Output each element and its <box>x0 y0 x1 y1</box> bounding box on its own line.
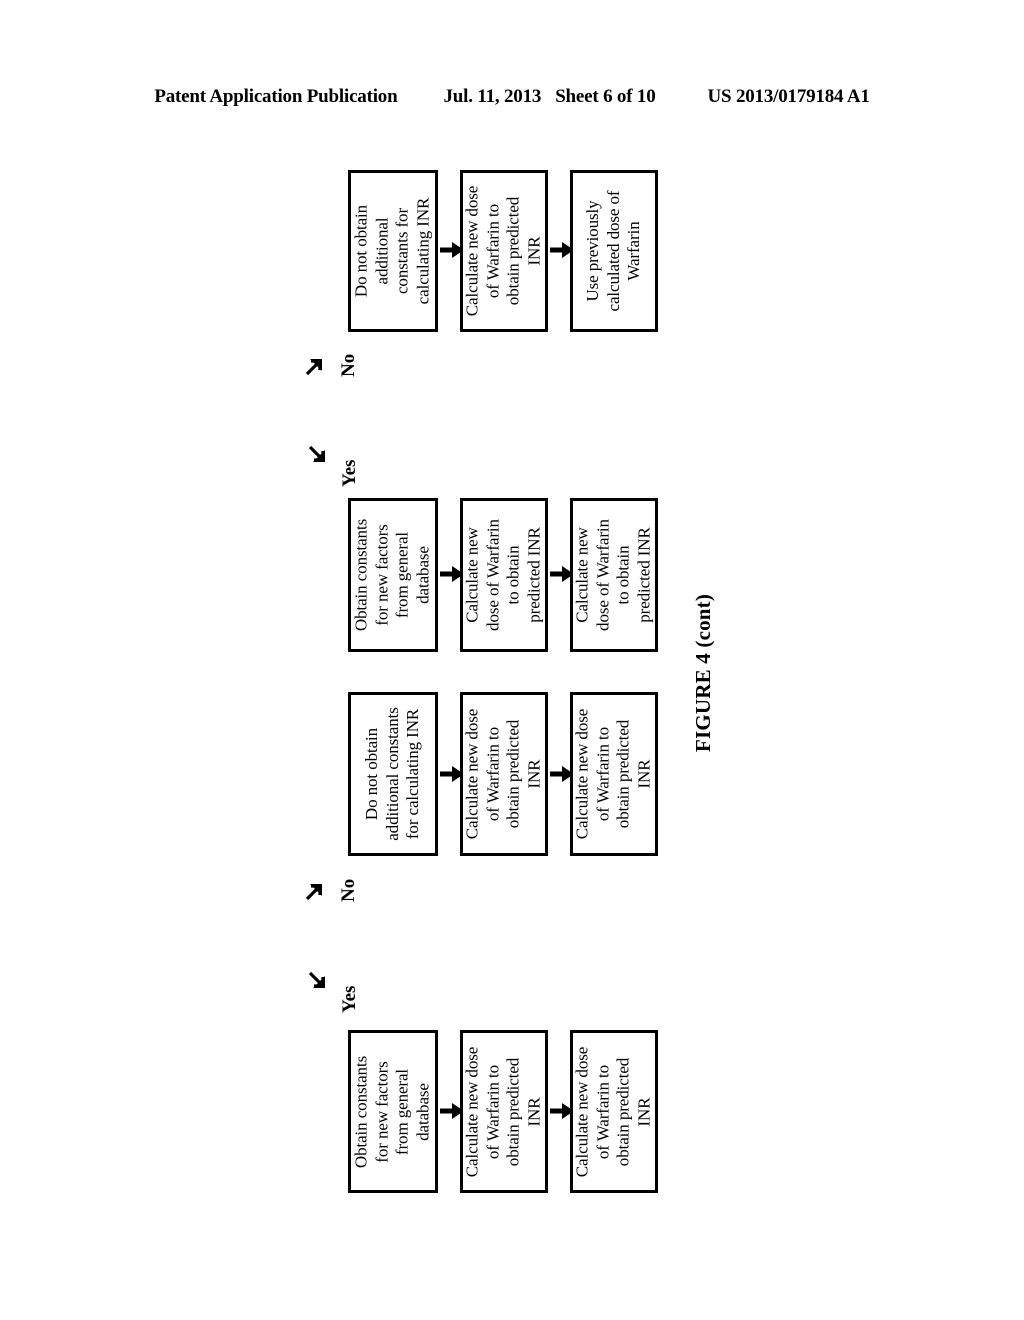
node-2-2-label: Calculate new dose of Warfarin to obtain… <box>462 519 544 631</box>
node-1-1-label: Do not obtain additional constants for c… <box>351 197 433 305</box>
node-2-1-label: Obtain constants for new factors from ge… <box>351 518 433 632</box>
node-2-3-label: Calculate new dose of Warfarin to obtain… <box>572 519 654 631</box>
node-3-1-label: Do not obtain additional constants for c… <box>361 707 423 841</box>
node-4-3: Calculate new dose of Warfarin to obtain… <box>570 1030 658 1193</box>
arrow-down-right-icon <box>303 440 333 470</box>
node-4-3-label: Calculate new dose of Warfarin to obtain… <box>572 1046 654 1177</box>
node-1-1: Do not obtain additional constants for c… <box>348 170 438 332</box>
node-1-3: Use previously calculated dose of Warfar… <box>570 170 658 332</box>
node-1-2-label: Calculate new dose of Warfarin to obtain… <box>462 185 544 317</box>
node-3-3-label: Calculate new dose of Warfarin to obtain… <box>572 708 654 840</box>
node-1-2: Calculate new dose of Warfarin to obtain… <box>460 170 548 332</box>
node-1-3-label: Use previously calculated dose of Warfar… <box>582 190 644 312</box>
node-4-1-label: Obtain constants for new factors from ge… <box>351 1055 433 1168</box>
arrow-up-right-icon <box>300 351 330 381</box>
node-4-2: Calculate new dose of Warfarin to obtain… <box>460 1030 548 1193</box>
branch-label-no-top: No <box>338 353 359 377</box>
node-4-1: Obtain constants for new factors from ge… <box>348 1030 438 1193</box>
branch-label-yes-bottom: Yes <box>339 985 360 1013</box>
figure-caption: FIGURE 4 (cont) <box>691 593 715 753</box>
node-4-2-label: Calculate new dose of Warfarin to obtain… <box>462 1046 544 1177</box>
node-2-3: Calculate new dose of Warfarin to obtain… <box>570 498 658 652</box>
node-2-1: Obtain constants for new factors from ge… <box>348 498 438 652</box>
node-3-1: Do not obtain additional constants for c… <box>348 692 438 856</box>
node-3-2: Calculate new dose of Warfarin to obtain… <box>460 692 548 856</box>
flowchart-figure: No Yes No Yes Do not obtain additional c… <box>0 0 1024 1320</box>
node-3-3: Calculate new dose of Warfarin to obtain… <box>570 692 658 856</box>
node-2-2: Calculate new dose of Warfarin to obtain… <box>460 498 548 652</box>
node-3-2-label: Calculate new dose of Warfarin to obtain… <box>462 708 544 840</box>
branch-label-no-bottom: No <box>338 878 359 902</box>
arrow-up-right-icon <box>300 876 330 906</box>
arrow-down-right-icon <box>303 966 333 996</box>
branch-label-yes-top: Yes <box>339 459 360 487</box>
